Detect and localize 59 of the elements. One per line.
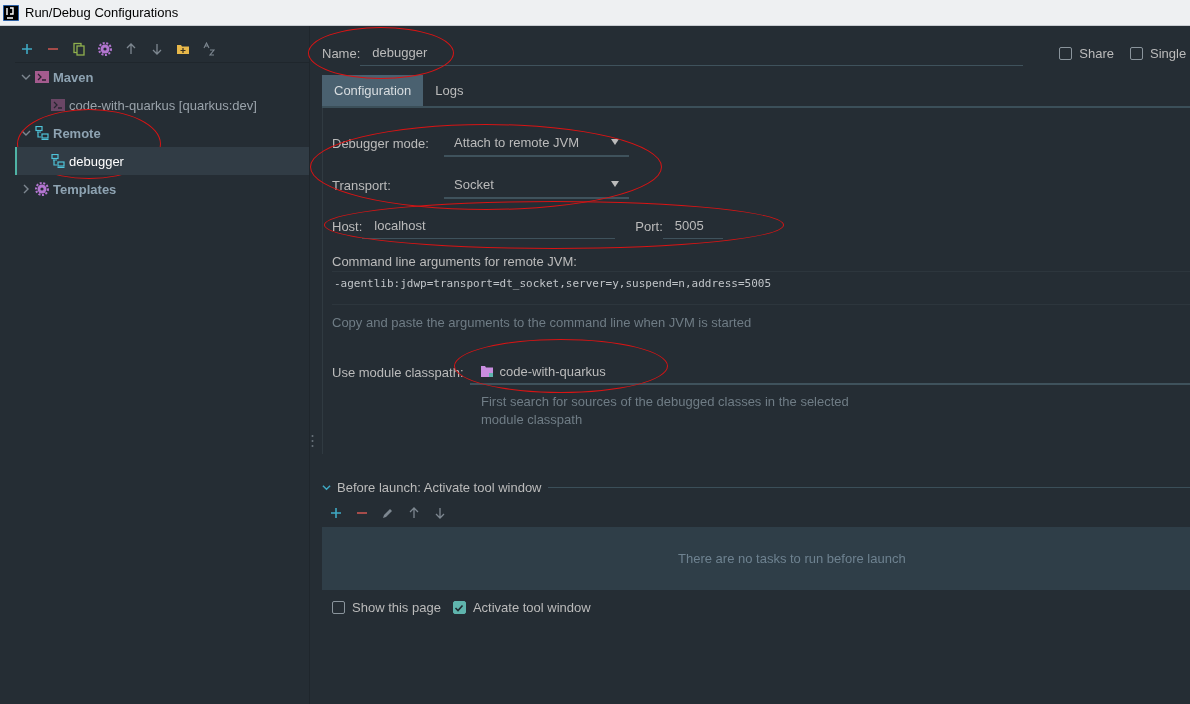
field-label: Host: [332,218,363,234]
tree-item[interactable]: code-with-quarkus [quarkus:dev] [15,91,309,119]
network-icon [35,126,49,140]
checkbox[interactable]: Show this page [332,600,441,615]
host-field[interactable]: localhost [362,213,616,239]
terminal-icon [35,70,49,84]
plus-icon[interactable] [20,42,34,56]
tree-label: code-with-quarkus [quarkus:dev] [69,97,257,113]
terminal-icon [51,98,65,112]
tab[interactable]: Logs [423,75,476,106]
app-icon [3,4,19,21]
checkbox[interactable]: Share [1059,45,1114,61]
field-label: Transport: [332,177,392,193]
hint-text: Copy and paste the arguments to the command line when JVM is started [332,315,753,330]
tab[interactable]: Configuration [322,75,424,106]
down-arrow-icon[interactable] [150,42,164,56]
tree-item[interactable]: Maven [15,63,309,91]
caret-icon [611,181,619,187]
splitter-handle[interactable] [311,434,314,448]
dropdown[interactable]: Attach to remote JVM [444,129,629,157]
section-title: Before launch: Activate tool window [337,480,542,495]
check-icon [454,602,465,613]
copy-icon[interactable] [72,42,86,56]
down-arrow-icon[interactable] [433,506,447,520]
tree-label: Remote [53,125,101,141]
tree-item[interactable]: Templates [15,175,309,203]
field-label: Command line arguments for remote JVM: [332,254,578,269]
chevron-icon[interactable] [322,483,331,492]
tree-item[interactable]: debugger [15,147,309,175]
pencil-icon[interactable] [381,506,395,520]
chevron-icon[interactable] [21,128,31,138]
hint-text: First search for sources of the debugged classes in the selected module classpath [481,393,850,429]
checkbox[interactable]: Single [1130,45,1187,61]
up-arrow-icon[interactable] [407,506,421,520]
checkbox[interactable]: Activate tool window [452,600,591,615]
tree-label: debugger [69,153,124,169]
window-title: Run/Debug Configurations [25,5,179,20]
tree-label: Maven [53,69,94,85]
tree-item[interactable]: Remote [15,119,309,147]
network-icon [51,154,65,168]
port-field[interactable]: 5005 [662,213,723,239]
field-label: Name: [322,45,361,61]
dropdown[interactable]: Socket [444,171,629,199]
folder-icon[interactable] [176,42,190,56]
plus-icon[interactable] [329,506,343,520]
empty-message: There are no tasks to run before launch [678,551,906,566]
tree-label: Templates [53,181,117,197]
sort-icon[interactable] [202,42,216,56]
up-arrow-icon[interactable] [124,42,138,56]
name-field[interactable]: debugger [360,40,1024,66]
folder-icon [479,364,494,378]
field-label: Port: [635,218,663,234]
chevron-icon[interactable] [21,184,31,194]
module-dropdown[interactable]: code-with-quarkus [469,359,1190,385]
gear-icon [35,182,49,196]
command-line-text[interactable]: -agentlib:jdwp=transport=dt_socket,server=y,suspend=n,address=5005 [332,271,1190,305]
caret-icon [611,139,619,145]
settings-icon[interactable] [98,42,112,56]
chevron-icon[interactable] [21,72,31,82]
